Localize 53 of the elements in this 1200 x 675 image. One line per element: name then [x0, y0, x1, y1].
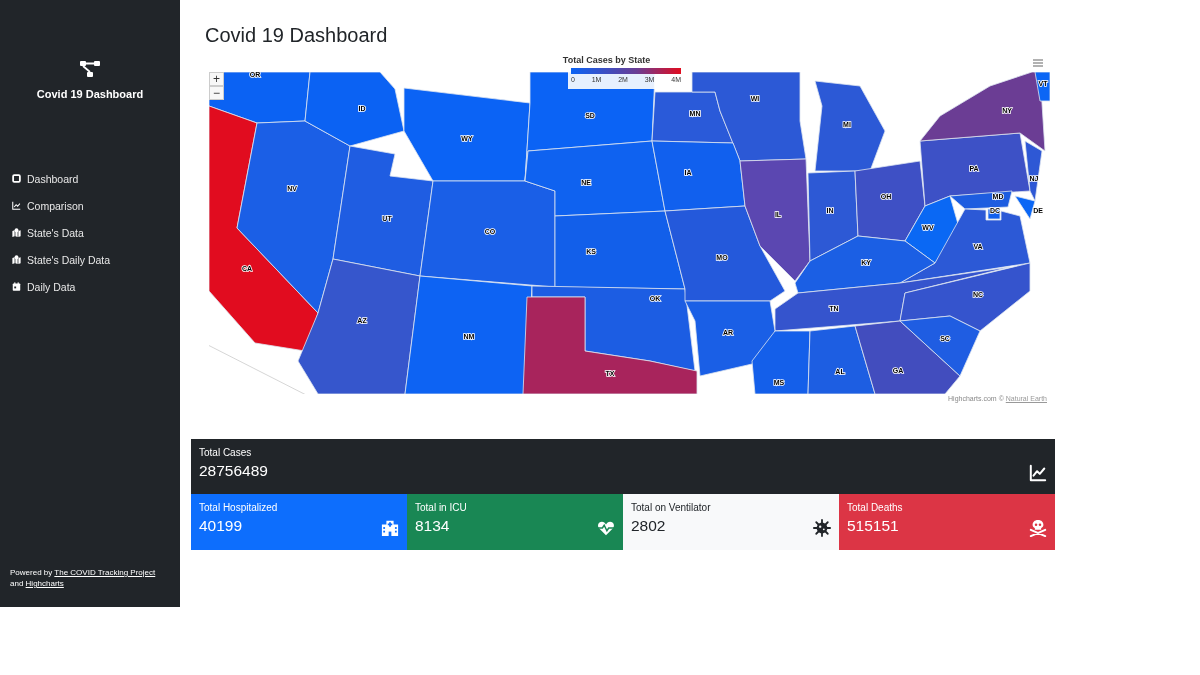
state-region[interactable]: [919, 72, 1046, 152]
card-label: Total Hospitalized: [199, 502, 278, 513]
zoom-in-button[interactable]: +: [209, 72, 224, 86]
state-region[interactable]: [899, 262, 1031, 332]
hospital-icon: [381, 519, 399, 537]
state-region[interactable]: [684, 300, 776, 377]
state-region[interactable]: [332, 145, 434, 277]
project-link[interactable]: The COVID Tracking Project: [54, 568, 156, 577]
state-region[interactable]: [814, 80, 886, 172]
nav-link[interactable]: State's Daily Data: [12, 252, 180, 267]
state-region[interactable]: [774, 266, 1011, 332]
heart-icon: [597, 519, 615, 537]
brand-title: Covid 19 Dashboard: [36, 88, 144, 100]
state-region[interactable]: [919, 132, 1031, 207]
nav-link[interactable]: Daily Data: [12, 279, 180, 294]
card-value: 2802: [631, 517, 666, 535]
card-value: 515151: [847, 517, 899, 535]
state-region[interactable]: [1034, 72, 1050, 102]
state-region[interactable]: [304, 72, 405, 147]
map-icon: [12, 255, 21, 264]
card-label: Total Cases: [199, 447, 252, 458]
calendar-icon: [12, 282, 21, 291]
highcharts-link[interactable]: Highcharts: [25, 579, 64, 588]
state-region[interactable]: [664, 205, 786, 302]
chart-title: Total Cases by State: [562, 55, 651, 65]
card-label: Total in ICU: [415, 502, 467, 513]
line-chart-icon: [12, 201, 21, 210]
card-value: 40199: [199, 517, 243, 535]
line-chart-icon: [1029, 464, 1047, 482]
card-label: Total on Ventilator: [631, 502, 711, 513]
skull-crossbones-icon: [1029, 519, 1047, 537]
page-title: Covid 19 Dashboard: [205, 24, 389, 47]
footer-text: Powered by The COVID Tracking Project and Highcharts: [9, 567, 157, 589]
state-region[interactable]: [297, 258, 421, 394]
nav-link[interactable]: State's Data: [12, 225, 180, 240]
map-icon: [12, 228, 21, 237]
card-value: 28756489: [199, 462, 268, 480]
state-region[interactable]: [209, 105, 319, 352]
square-icon: [12, 174, 21, 183]
state-region[interactable]: [854, 320, 961, 394]
card-value: 8134: [415, 517, 450, 535]
state-region[interactable]: [949, 190, 1013, 210]
network-icon: [80, 60, 100, 78]
card-label: Total Deaths: [847, 502, 903, 513]
state-region[interactable]: [987, 208, 1001, 220]
nav-link[interactable]: Comparison: [12, 198, 180, 213]
nav-link[interactable]: Dashboard: [12, 171, 180, 186]
zoom-out-button[interactable]: −: [209, 86, 224, 100]
virus-icon: [813, 519, 831, 537]
state-region[interactable]: [1024, 140, 1043, 202]
state-region[interactable]: [807, 325, 876, 394]
state-region[interactable]: [691, 72, 807, 162]
state-region[interactable]: [739, 158, 811, 282]
